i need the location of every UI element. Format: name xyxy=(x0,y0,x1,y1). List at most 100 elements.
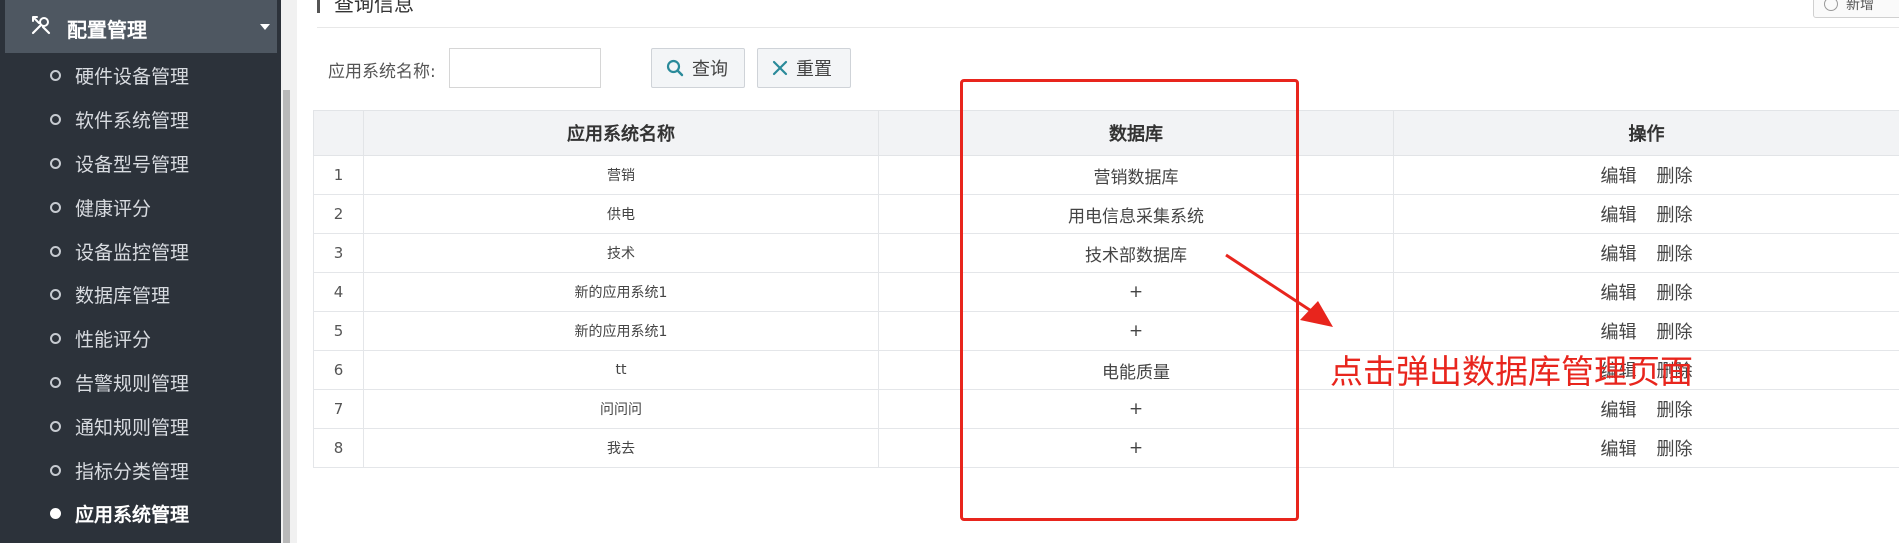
column-header-operations: 操作 xyxy=(1393,110,1899,156)
edit-link[interactable]: 编辑 xyxy=(1601,400,1637,421)
app-name-search-input[interactable] xyxy=(449,48,601,88)
sidebar-item-label: 健康评分 xyxy=(75,197,152,220)
sidebar-item[interactable]: 应用系统管理 xyxy=(0,492,281,536)
delete-link[interactable]: 删除 xyxy=(1657,322,1693,343)
table-row: 7 问问问 + 编辑 删除 xyxy=(313,389,1899,429)
edit-link[interactable]: 编辑 xyxy=(1601,322,1637,343)
delete-link[interactable]: 删除 xyxy=(1657,244,1693,265)
table-row: 1 营销 营销数据库 编辑 删除 xyxy=(313,155,1899,195)
tools-icon xyxy=(31,16,51,35)
circle-icon xyxy=(50,114,61,126)
add-button[interactable]: 新增 xyxy=(1813,0,1899,18)
edit-link[interactable]: 编辑 xyxy=(1601,205,1637,226)
delete-link[interactable]: 删除 xyxy=(1657,166,1693,187)
database-cell-link[interactable]: 技术部数据库 xyxy=(878,233,1394,273)
row-index: 8 xyxy=(313,428,364,468)
table-row: 3 技术 技术部数据库 编辑 删除 xyxy=(313,233,1899,273)
close-icon xyxy=(772,60,788,76)
circle-icon xyxy=(50,420,61,432)
app-name-cell: 营销 xyxy=(363,155,879,195)
circle-icon xyxy=(50,201,61,213)
sidebar-item[interactable]: 硬件设备管理 xyxy=(0,54,281,98)
app-name-cell: tt xyxy=(363,350,879,390)
edit-link[interactable]: 编辑 xyxy=(1601,166,1637,187)
row-index: 2 xyxy=(313,194,364,234)
sidebar-item-label: 数据库管理 xyxy=(75,285,171,308)
sidebar-item[interactable]: 通知规则管理 xyxy=(0,404,281,448)
divider xyxy=(317,27,1899,28)
section-title-text: 查询信息 xyxy=(334,0,414,16)
sidebar-item-label: 通知规则管理 xyxy=(75,416,190,439)
row-index: 4 xyxy=(313,272,364,312)
sidebar-item[interactable]: 指标分类管理 xyxy=(0,448,281,492)
row-index: 7 xyxy=(313,389,364,429)
circle-icon xyxy=(50,70,61,82)
query-button-label: 查询 xyxy=(692,59,728,80)
database-cell-link[interactable]: 电能质量 xyxy=(878,350,1394,390)
operations-cell: 编辑 删除 xyxy=(1393,428,1899,468)
sidebar-item[interactable]: 健康评分 xyxy=(0,185,281,229)
app-name-cell: 供电 xyxy=(363,194,879,234)
section-title: 查询信息 xyxy=(317,0,414,16)
app-system-table: 应用系统名称 数据库 操作 1 营销 营销数据库 编辑 删除 2 供电 用电信息采集系统 编辑删… xyxy=(313,110,1899,468)
operations-cell: 编辑 删除 xyxy=(1393,389,1899,429)
table-row: 8 我去 + 编辑 删除 xyxy=(313,428,1899,468)
circle-icon xyxy=(50,289,61,301)
table-row: 2 供电 用电信息采集系统 编辑 删除 xyxy=(313,194,1899,234)
annotation-text: 点击弹出数据库管理页面 xyxy=(1330,352,1693,391)
sidebar-nav: 硬件设备管理软件系统管理 设备型号管理 健康评分设备监控管理数据库管理性能评分告警规… xyxy=(0,54,281,536)
circle-icon xyxy=(50,333,61,345)
operations-cell: 编辑 删除 xyxy=(1393,272,1899,312)
sidebar-item-label: 指标分类管理 xyxy=(75,460,190,483)
sidebar-item[interactable]: 性能评分 xyxy=(0,317,281,361)
sidebar-item[interactable]: 设备型号管理 xyxy=(0,142,281,186)
sidebar-item-label: 应用系统管理 xyxy=(75,504,190,527)
delete-link[interactable]: 删除 xyxy=(1657,439,1693,460)
row-index: 1 xyxy=(313,155,364,195)
sidebar-item-label: 设备型号管理 xyxy=(75,153,190,176)
column-header-app-name: 应用系统名称 xyxy=(363,110,879,156)
database-cell-link[interactable]: + xyxy=(878,311,1394,351)
operations-cell: 编辑 删除 xyxy=(1393,194,1899,234)
sidebar-group-label: 配置管理 xyxy=(67,18,147,42)
query-button[interactable]: 查询 xyxy=(651,48,745,88)
main-content: 查询信息 新增 应用系统名称: 查询 重置 应用系统名称 数据库 操作 1 营销… xyxy=(297,0,1899,543)
table-row: 4 新的应用系统1 + 编辑 删除 xyxy=(313,272,1899,312)
sidebar-item-label: 告警规则管理 xyxy=(75,372,190,395)
sidebar-item[interactable]: 软件系统管理 xyxy=(0,98,281,142)
column-header-index xyxy=(313,110,364,156)
delete-link[interactable]: 删除 xyxy=(1657,205,1693,226)
sidebar-item-label: 软件系统管理 xyxy=(75,110,190,133)
sidebar-item[interactable]: 设备监控管理 xyxy=(0,229,281,273)
app-name-cell: 问问问 xyxy=(363,389,879,429)
sidebar-group-config[interactable]: 配置管理 xyxy=(5,0,277,53)
delete-link[interactable]: 删除 xyxy=(1657,283,1693,304)
title-bar xyxy=(317,0,320,13)
sidebar-scrollbar-thumb[interactable] xyxy=(283,90,290,543)
database-cell-link[interactable]: 用电信息采集系统 xyxy=(878,194,1394,234)
circle-icon xyxy=(50,157,61,169)
database-cell-link[interactable]: + xyxy=(878,428,1394,468)
search-icon xyxy=(666,59,684,77)
edit-link[interactable]: 编辑 xyxy=(1601,283,1637,304)
sidebar-item[interactable]: 数据库管理 xyxy=(0,273,281,317)
app-name-cell: 技术 xyxy=(363,233,879,273)
edit-link[interactable]: 编辑 xyxy=(1601,439,1637,460)
search-label: 应用系统名称: xyxy=(328,62,436,82)
circle-icon xyxy=(50,508,61,520)
edit-link[interactable]: 编辑 xyxy=(1601,244,1637,265)
row-index: 3 xyxy=(313,233,364,273)
app-name-cell: 新的应用系统1 xyxy=(363,311,879,351)
circle-icon xyxy=(50,464,61,476)
app-name-cell: 我去 xyxy=(363,428,879,468)
delete-link[interactable]: 删除 xyxy=(1657,400,1693,421)
caret-down-icon xyxy=(260,24,270,30)
app-name-cell: 新的应用系统1 xyxy=(363,272,879,312)
operations-cell: 编辑 删除 xyxy=(1393,233,1899,273)
sidebar-item[interactable]: 告警规则管理 xyxy=(0,361,281,405)
sidebar-item-label: 性能评分 xyxy=(75,329,152,352)
database-cell-link[interactable]: + xyxy=(878,272,1394,312)
database-cell-link[interactable]: 营销数据库 xyxy=(878,155,1394,195)
database-cell-link[interactable]: + xyxy=(878,389,1394,429)
reset-button[interactable]: 重置 xyxy=(757,48,851,88)
